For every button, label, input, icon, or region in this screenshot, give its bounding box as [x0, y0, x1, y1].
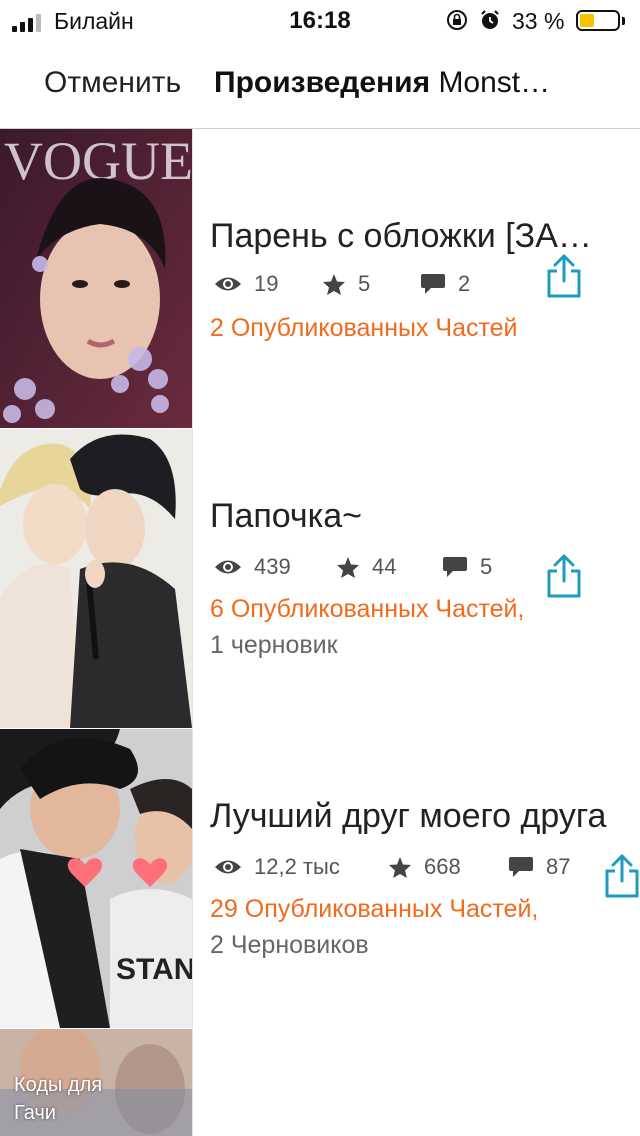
comment-icon [443, 557, 467, 577]
page-title-bold: Произведения [214, 66, 431, 99]
story-cover-image: VOGUE [0, 129, 193, 428]
published-parts: 6 Опубликованных Частей, [210, 595, 525, 623]
status-bar: Билайн 16:18 33 % [0, 0, 640, 42]
story-title[interactable]: Папочка~ [210, 497, 630, 536]
story-title[interactable]: Парень с обложки [ЗА… [210, 217, 630, 256]
star-icon [323, 273, 345, 295]
page-title: Произведения Monst… [214, 66, 624, 100]
comments-stat: 2 [420, 271, 470, 297]
comments-count: 5 [480, 554, 493, 579]
cancel-button[interactable]: Отменить [44, 66, 181, 100]
cover-caption: Коды для Гачи [14, 1074, 103, 1124]
votes-stat: 668 [388, 854, 461, 880]
story-cover-image: STAN [0, 729, 193, 1028]
eye-icon [215, 860, 241, 874]
published-parts: 29 Опубликованных Частей, [210, 895, 539, 923]
views-count: 439 [254, 554, 291, 579]
views-stat: 439 [214, 554, 291, 580]
votes-stat: 44 [336, 554, 396, 580]
story-row[interactable]: Коды для Гачи [0, 1029, 640, 1136]
story-title[interactable]: Лучший друг моего друга [210, 797, 630, 836]
story-cover-image: Коды для Гачи [0, 1029, 193, 1136]
votes-count: 5 [358, 271, 371, 296]
battery-percent: 33 % [512, 8, 565, 34]
nav-header: Отменить Произведения Monst… [0, 42, 640, 129]
eye-icon [215, 560, 241, 574]
orientation-lock-icon [447, 10, 467, 30]
star-icon [389, 856, 411, 878]
star-icon [337, 556, 359, 578]
story-cover-image [0, 429, 193, 728]
draft-parts: 2 Черновиков [210, 931, 369, 959]
story-row[interactable]: Папочка~ 439 44 5 6 Опубликованных Часте… [0, 429, 640, 730]
views-stat: 12,2 тыс [214, 854, 340, 880]
story-row[interactable]: STAN Лучший друг моего друга 12,2 тыс 66… [0, 729, 640, 1030]
votes-count: 668 [424, 854, 461, 879]
page-title-author: Monst… [438, 66, 551, 99]
views-count: 12,2 тыс [254, 854, 340, 879]
comments-stat: 5 [442, 554, 492, 580]
views-stat: 19 [214, 271, 278, 297]
share-icon[interactable] [546, 253, 582, 299]
share-icon[interactable] [546, 553, 582, 599]
votes-stat: 5 [322, 271, 370, 297]
eye-icon [215, 277, 241, 291]
story-row[interactable]: VOGUE Парень с обложки [ЗА… 19 5 2 2 Опу… [0, 129, 640, 430]
votes-count: 44 [372, 554, 397, 579]
share-icon[interactable] [604, 853, 640, 899]
comments-count: 2 [458, 271, 471, 296]
comments-stat: 87 [508, 854, 570, 880]
comment-icon [421, 274, 445, 294]
alarm-icon [481, 10, 499, 29]
battery-icon [576, 10, 620, 31]
views-count: 19 [254, 271, 279, 296]
svg-text:STAN: STAN [116, 953, 192, 986]
published-parts: 2 Опубликованных Частей [210, 314, 518, 342]
draft-parts: 1 черновик [210, 631, 338, 659]
comment-icon [509, 857, 533, 877]
comments-count: 87 [546, 854, 571, 879]
